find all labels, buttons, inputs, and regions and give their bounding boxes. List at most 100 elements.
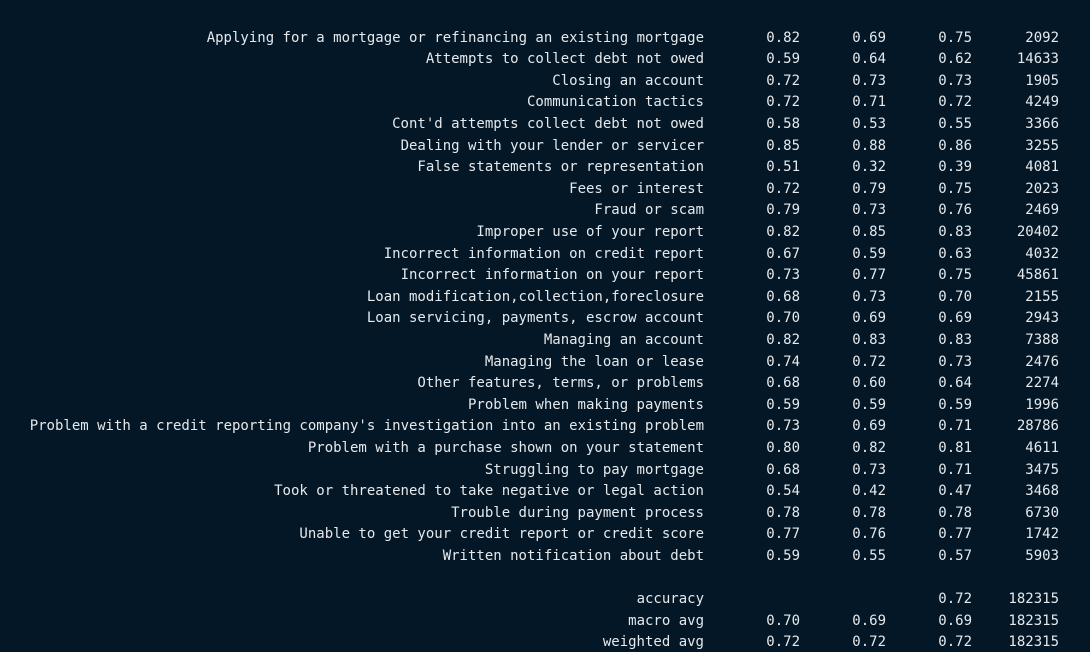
f1-score-value: 0.69 (938, 310, 972, 327)
f1-score-value: 0.77 (938, 526, 972, 543)
precision-value: 0.59 (766, 51, 800, 68)
classification-report: Applying for a mortgage or refinancing a… (0, 0, 1090, 652)
recall-value: 0.42 (852, 483, 886, 500)
f1-score-value: 0.83 (938, 223, 972, 240)
class-label: Written notification about debt (442, 547, 704, 564)
f1-score-value: 0.72 (938, 591, 972, 608)
precision-value: 0.73 (766, 267, 800, 284)
report-row: Applying for a mortgage or refinancing a… (0, 28, 1090, 50)
class-label: Communication tactics (526, 94, 704, 111)
report-row: Cont'd attempts collect debt not owed 0.5… (0, 114, 1090, 136)
class-label: Dealing with your lender or servicer (400, 137, 704, 154)
precision-value: 0.73 (766, 418, 800, 435)
f1-score-value: 0.75 (938, 29, 972, 46)
class-label: Struggling to pay mortgage (484, 461, 704, 478)
precision-value: 0.72 (766, 634, 800, 651)
f1-score-value: 0.72 (938, 94, 972, 111)
precision-value: 0.82 (766, 223, 800, 240)
report-row: Problem with a credit reporting company'… (0, 416, 1090, 438)
f1-score-value: 0.81 (938, 439, 972, 456)
class-label: Unable to get your credit report or cred… (299, 526, 704, 543)
recall-value: 0.76 (852, 526, 886, 543)
report-row: Written notification about debt 0.59 0.55 0… (0, 546, 1090, 568)
support-value: 4611 (1025, 439, 1059, 456)
precision-value: 0.51 (766, 159, 800, 176)
class-label: Problem when making payments (467, 396, 704, 413)
recall-value: 0.83 (852, 331, 886, 348)
class-label: Problem with a credit reporting company'… (29, 418, 704, 435)
class-label: Managing an account (543, 331, 704, 348)
support-value: 2092 (1025, 29, 1059, 46)
precision-value: 0.70 (766, 612, 800, 629)
report-row: Took or threatened to take negative or l… (0, 481, 1090, 503)
class-label: Loan servicing, payments, escrow account (366, 310, 704, 327)
precision-value: 0.78 (766, 504, 800, 521)
recall-value: 0.78 (852, 504, 886, 521)
class-label: weighted avg (602, 634, 704, 651)
report-row: Incorrect information on your report 0.73… (0, 265, 1090, 287)
recall-value: 0.69 (852, 612, 886, 629)
class-label: Trouble during payment process (451, 504, 704, 521)
precision-value: 0.80 (766, 439, 800, 456)
precision-value: 0.68 (766, 288, 800, 305)
class-label: Incorrect information on credit report (383, 245, 704, 262)
report-row: Managing an account 0.82 0.83 0.83 7388 (0, 330, 1090, 352)
recall-value: 0.64 (852, 51, 886, 68)
support-value: 1742 (1025, 526, 1059, 543)
f1-score-value: 0.55 (938, 115, 972, 132)
precision-value: 0.72 (766, 94, 800, 111)
class-label: Attempts to collect debt not owed (425, 51, 704, 68)
support-value: 3475 (1025, 461, 1059, 478)
report-row: Loan servicing, payments, escrow account… (0, 308, 1090, 330)
class-label: Other features, terms, or problems (417, 375, 704, 392)
f1-score-value: 0.73 (938, 353, 972, 370)
support-value: 2943 (1025, 310, 1059, 327)
report-row: Closing an account 0.72 0.73 0.73 1905 (0, 71, 1090, 93)
recall-value: 0.60 (852, 375, 886, 392)
class-label: Applying for a mortgage or refinancing a… (206, 29, 704, 46)
f1-score-value: 0.75 (938, 180, 972, 197)
precision-value: 0.59 (766, 547, 800, 564)
recall-value: 0.71 (852, 94, 886, 111)
class-label: Loan modification,collection,foreclosure (366, 288, 704, 305)
class-label: accuracy (636, 591, 704, 608)
precision-value: 0.67 (766, 245, 800, 262)
report-row: Problem when making payments 0.59 0.59 0.59… (0, 395, 1090, 417)
support-value: 2476 (1025, 353, 1059, 370)
report-row: Improper use of your report 0.82 0.85 0.83 2… (0, 222, 1090, 244)
class-label: Improper use of your report (476, 223, 704, 240)
support-value: 6730 (1025, 504, 1059, 521)
f1-score-value: 0.62 (938, 51, 972, 68)
report-row: Struggling to pay mortgage 0.68 0.73 0.71 34… (0, 460, 1090, 482)
recall-value: 0.59 (852, 396, 886, 413)
class-label: Problem with a purchase shown on your st… (307, 439, 704, 456)
class-label: False statements or representation (417, 159, 704, 176)
recall-value: 0.88 (852, 137, 886, 154)
precision-value: 0.72 (766, 72, 800, 89)
precision-value: 0.77 (766, 526, 800, 543)
f1-score-value: 0.63 (938, 245, 972, 262)
support-value: 4081 (1025, 159, 1059, 176)
support-value: 2469 (1025, 202, 1059, 219)
precision-value: 0.68 (766, 461, 800, 478)
f1-score-value: 0.71 (938, 461, 972, 478)
f1-score-value: 0.78 (938, 504, 972, 521)
class-label: Took or threatened to take negative or l… (274, 483, 704, 500)
support-value: 1905 (1025, 72, 1059, 89)
report-row: Managing the loan or lease 0.74 0.72 0.73 24… (0, 352, 1090, 374)
support-value: 3468 (1025, 483, 1059, 500)
precision-value: 0.54 (766, 483, 800, 500)
class-label: Fraud or scam (594, 202, 704, 219)
f1-score-value: 0.57 (938, 547, 972, 564)
support-value: 2274 (1025, 375, 1059, 392)
precision-value: 0.79 (766, 202, 800, 219)
report-row: Fees or interest 0.72 0.79 0.75 2023 (0, 179, 1090, 201)
report-row: Loan modification,collection,foreclosure… (0, 287, 1090, 309)
support-value: 7388 (1025, 331, 1059, 348)
precision-value: 0.68 (766, 375, 800, 392)
recall-value: 0.85 (852, 223, 886, 240)
recall-value: 0.82 (852, 439, 886, 456)
f1-score-value: 0.73 (938, 72, 972, 89)
support-value: 1996 (1025, 396, 1059, 413)
support-value: 45861 (1016, 267, 1059, 284)
